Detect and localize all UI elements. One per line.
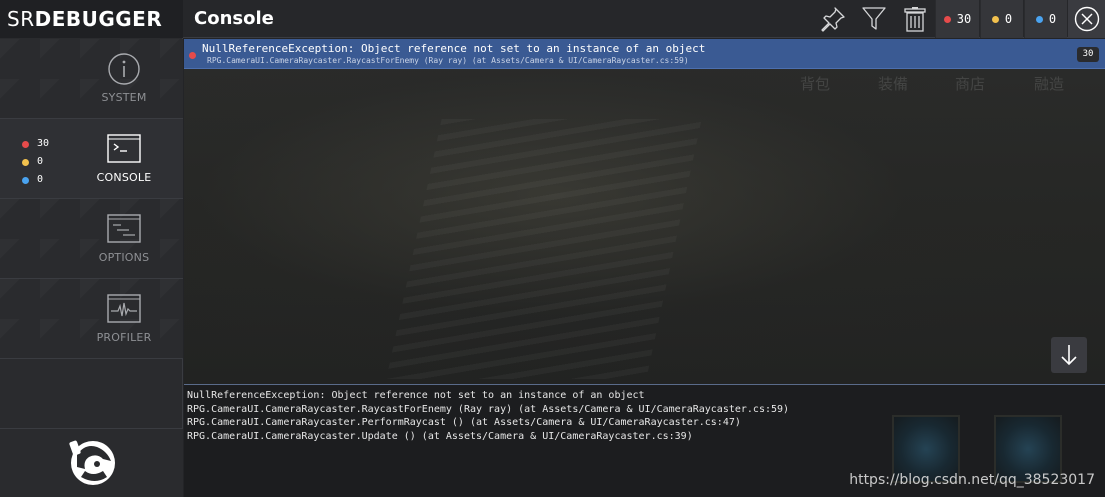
pin-button[interactable]	[814, 0, 852, 38]
filter-button[interactable]	[855, 0, 893, 38]
detail-line: RPG.CameraUI.CameraRaycaster.RaycastForE…	[187, 403, 790, 415]
profiler-icon	[107, 294, 141, 323]
warning-dot-icon	[22, 158, 29, 166]
close-icon	[1074, 6, 1099, 32]
info-icon	[108, 53, 140, 85]
filter-icon	[862, 7, 886, 30]
sidebar-item-options[interactable]: OPTIONS	[0, 199, 183, 279]
sidebar-item-label: SYSTEM	[101, 91, 147, 104]
srdebugger-window: SRDEBUGGER SYSTEM 30 0 0 CONSOLE OPTIONS…	[0, 0, 1105, 497]
log-detail-text: NullReferenceException: Object reference…	[187, 389, 789, 443]
game-background	[386, 119, 702, 379]
close-button[interactable]	[1068, 0, 1105, 38]
app-logo: SRDEBUGGER	[0, 0, 183, 38]
header-error-count: 30	[956, 12, 972, 26]
log-list[interactable]: 背包 装備 商店 融造 NullReferenceException: Obje…	[184, 39, 1105, 384]
header-info-count: 0	[1048, 12, 1057, 26]
sidebar-error-count: 30	[37, 138, 50, 149]
sidebar-info-count: 0	[37, 174, 44, 185]
header-warning-count: 0	[1004, 12, 1013, 26]
stompy-robot-logo-icon	[69, 440, 115, 485]
detail-line: NullReferenceException: Object reference…	[187, 390, 645, 401]
log-entry-message: NullReferenceException: Object reference…	[202, 42, 706, 55]
logo-text-debugger: DEBUGGER	[34, 7, 163, 31]
detail-line: RPG.CameraUI.CameraRaycaster.Update () (…	[187, 430, 693, 442]
arrow-down-icon	[1061, 345, 1077, 366]
error-dot-icon	[189, 52, 196, 59]
sidebar-item-profiler[interactable]: PROFILER	[0, 279, 183, 359]
error-dot-icon	[22, 140, 29, 148]
trash-icon	[904, 7, 926, 32]
sidebar-item-console[interactable]: 30 0 0 CONSOLE	[0, 119, 183, 199]
sidebar-console-counts: 30 0 0	[22, 135, 49, 189]
options-icon	[107, 214, 141, 243]
logo-text-sr: SR	[7, 7, 35, 31]
page-title: Console	[194, 8, 274, 29]
error-dot-icon	[943, 15, 951, 23]
watermark: https://blog.csdn.net/qq_38523017	[849, 472, 1095, 488]
sidebar-item-label: CONSOLE	[96, 171, 152, 184]
sidebar-item-label: PROFILER	[96, 331, 152, 344]
info-dot-icon	[22, 176, 29, 184]
error-filter-toggle[interactable]: 30	[935, 0, 979, 38]
header-bar: Console 30 0 0	[183, 0, 1105, 38]
detail-line: RPG.CameraUI.CameraRaycaster.PerformRayc…	[187, 417, 741, 428]
log-entry-trace: RPG.CameraUI.CameraRaycaster.RaycastForE…	[207, 56, 689, 65]
background-text: 融造	[1034, 75, 1065, 93]
sidebar-item-label: OPTIONS	[98, 251, 150, 264]
warning-filter-toggle[interactable]: 0	[980, 0, 1023, 38]
background-text: 商店	[955, 75, 986, 93]
sidebar-item-system[interactable]: SYSTEM	[0, 39, 183, 119]
sidebar-warning-count: 0	[37, 156, 44, 167]
log-entry[interactable]: NullReferenceException: Object reference…	[184, 39, 1105, 69]
terminal-icon	[107, 134, 141, 163]
pin-icon	[821, 7, 845, 32]
scroll-to-bottom-button[interactable]	[1051, 337, 1087, 373]
log-detail-pane[interactable]: NullReferenceException: Object reference…	[184, 384, 1105, 497]
sidebar: SRDEBUGGER SYSTEM 30 0 0 CONSOLE OPTIONS…	[0, 0, 183, 497]
background-text: 背包	[800, 75, 831, 93]
log-entry-count-badge: 30	[1077, 47, 1099, 62]
sidebar-footer	[0, 428, 183, 497]
info-dot-icon	[1035, 15, 1043, 23]
warning-dot-icon	[991, 15, 999, 23]
clear-log-button[interactable]	[896, 0, 934, 38]
background-text: 装備	[878, 75, 909, 93]
info-filter-toggle[interactable]: 0	[1024, 0, 1067, 38]
